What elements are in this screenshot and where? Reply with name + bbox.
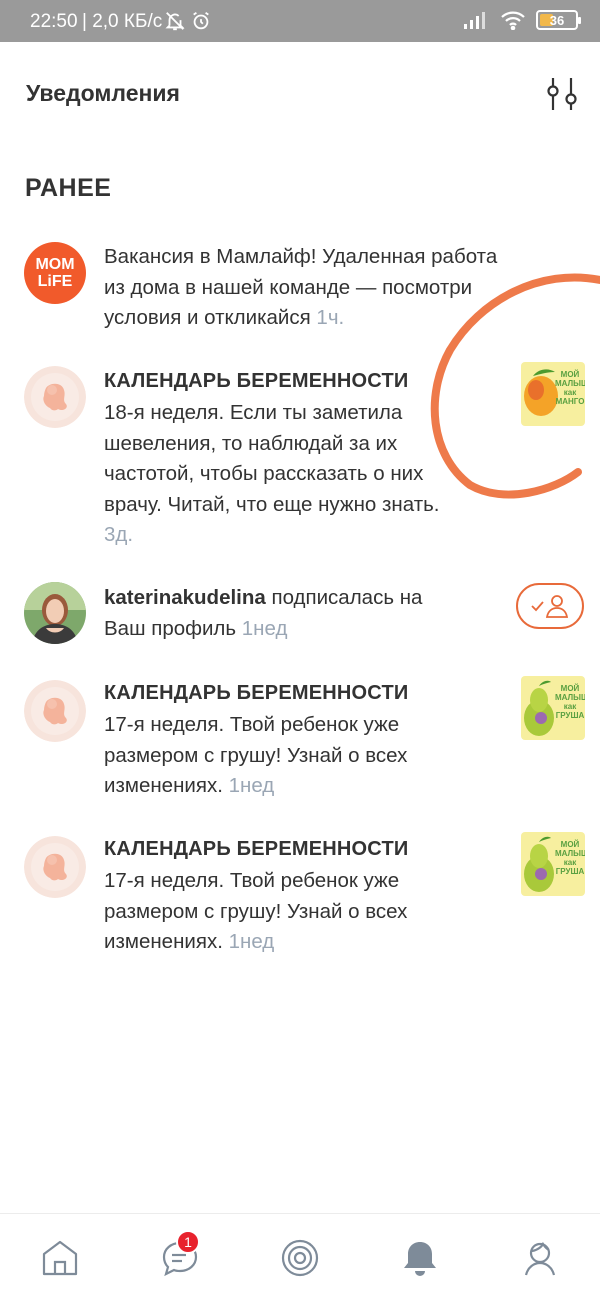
header: Уведомления	[0, 42, 600, 142]
status-bar: 22:50 | 2,0 КБ/с 36	[0, 0, 600, 42]
page-title: Уведомления	[26, 80, 180, 106]
notification-time: 3д.	[104, 523, 134, 546]
mango-thumbnail[interactable]: МОЙ МАЛЫШ как МАНГО	[521, 362, 585, 426]
notification-text: КАЛЕНДАРЬ БЕРЕМЕННОСТИ 17-я неделя. Твой…	[104, 680, 408, 802]
text-line: условия и откликайся	[104, 306, 317, 329]
notification-item[interactable]: КАЛЕНДАРЬ БЕРЕМЕННОСТИ 17-я неделя. Твой…	[0, 832, 600, 966]
logo-text-bottom: LiFE	[37, 273, 73, 290]
thumb-line: МОЙ МАЛЫШ	[555, 684, 585, 702]
wifi-icon	[501, 11, 525, 30]
notification-title: КАЛЕНДАРЬ БЕРЕМЕННОСТИ	[104, 370, 409, 392]
thumb-text: МОЙ МАЛЫШ как МАНГО	[555, 370, 585, 406]
profile-icon	[524, 1241, 556, 1276]
notification-item[interactable]: КАЛЕНДАРЬ БЕРЕМЕННОСТИ 18-я неделя. Если…	[0, 362, 600, 556]
notification-item[interactable]: MOM LiFE Вакансия в Мамлайф! Удаленная р…	[0, 240, 600, 340]
embryo-avatar	[24, 680, 86, 742]
momlife-logo: MOM LiFE	[24, 242, 86, 304]
target-icon	[281, 1239, 319, 1277]
bell-icon	[404, 1242, 436, 1276]
embryo-avatar	[24, 836, 86, 898]
text-line: размером с грушу! Узнай о всех	[104, 743, 408, 767]
text-line: частотой, чтобы рассказать о них	[104, 462, 424, 485]
notification-time: 1нед	[241, 616, 288, 640]
thumb-text: МОЙ МАЛЫШ как ГРУША	[555, 840, 585, 876]
user-avatar[interactable]	[24, 582, 86, 644]
thumb-line: ГРУША	[555, 867, 585, 876]
section-title: РАНЕЕ	[25, 174, 112, 202]
alarm-icon	[193, 11, 209, 30]
text-line: изменениях.	[104, 774, 229, 797]
text-line: 17-я неделя. Твой ребенок уже	[104, 869, 400, 892]
notification-time: 1нед	[228, 774, 275, 797]
thumb-line: как	[563, 702, 577, 711]
embryo-avatar	[24, 366, 86, 428]
filter-button[interactable]	[540, 72, 584, 116]
username-link[interactable]: katerinakudelina	[104, 586, 266, 609]
network-speed: | 2,0 КБ/с	[82, 11, 163, 32]
pear-thumbnail[interactable]: МОЙ МАЛЫШ как ГРУША	[521, 832, 585, 896]
filter-sliders-icon	[547, 78, 577, 110]
notification-title: КАЛЕНДАРЬ БЕРЕМЕННОСТИ	[104, 682, 409, 704]
user-check-icon	[531, 595, 569, 618]
nav-target[interactable]	[280, 1238, 320, 1278]
text-line: 17-я неделя. Твой ребенок уже	[104, 713, 400, 736]
notification-text: Вакансия в Мамлайф! Удаленная работа из …	[104, 242, 497, 334]
nav-profile[interactable]	[520, 1238, 560, 1278]
text-line: подписалась на	[265, 586, 423, 609]
follow-back-button[interactable]	[516, 583, 584, 629]
notification-text: katerinakudelina подписалась на Ваш проф…	[104, 583, 422, 644]
nav-home[interactable]	[40, 1238, 80, 1278]
status-right: 36	[462, 10, 581, 30]
bottom-nav: 1	[0, 1213, 600, 1299]
thumb-line: МОЙ МАЛЫШ	[555, 840, 585, 858]
battery-icon: 36	[536, 10, 581, 30]
status-icons	[164, 10, 212, 32]
notification-text: КАЛЕНДАРЬ БЕРЕМЕННОСТИ 18-я неделя. Если…	[104, 368, 439, 551]
thumb-line: МОЙ МАЛЫШ	[555, 370, 585, 388]
notification-time: 1ч.	[316, 306, 345, 329]
text-line: 18-я неделя. Если ты заметила	[104, 401, 403, 424]
thumb-text: МОЙ МАЛЫШ как ГРУША	[555, 684, 585, 720]
notification-item[interactable]: katerinakudelina подписалась на Ваш проф…	[0, 582, 600, 652]
battery-label: 36	[549, 12, 565, 28]
text-line: размером с грушу! Узнай о всех	[104, 899, 408, 923]
text-line: врачу. Читай, что еще нужно знать.	[104, 492, 440, 516]
signal-icon	[464, 12, 485, 29]
notification-title: КАЛЕНДАРЬ БЕРЕМЕННОСТИ	[104, 838, 409, 860]
thumb-line: как	[563, 858, 577, 867]
thumb-line: МАНГО	[555, 397, 585, 406]
text-line: изменениях.	[104, 930, 229, 953]
notification-text: КАЛЕНДАРЬ БЕРЕМЕННОСТИ 17-я неделя. Твой…	[104, 836, 408, 958]
messages-badge: 1	[176, 1230, 200, 1254]
nav-notifications[interactable]	[400, 1238, 440, 1278]
thumb-line: как	[563, 388, 577, 397]
text-line: Вакансия в Мамлайф! Удаленная работа	[104, 245, 498, 268]
notification-time: 1нед	[228, 930, 275, 953]
thumb-line: ГРУША	[555, 711, 585, 720]
logo-text-top: MOM	[35, 256, 75, 273]
status-time: 22:50	[30, 11, 78, 32]
home-icon	[42, 1240, 78, 1276]
notification-item[interactable]: КАЛЕНДАРЬ БЕРЕМЕННОСТИ 17-я неделя. Твой…	[0, 676, 600, 810]
pear-thumbnail[interactable]: МОЙ МАЛЫШ как ГРУША	[521, 676, 585, 740]
text-line: шевеления, то наблюдай за их	[104, 431, 398, 455]
bell-off-icon	[165, 12, 185, 31]
text-line: из дома в нашей команде — посмотри	[104, 275, 473, 299]
text-line: Ваш профиль	[104, 616, 242, 640]
